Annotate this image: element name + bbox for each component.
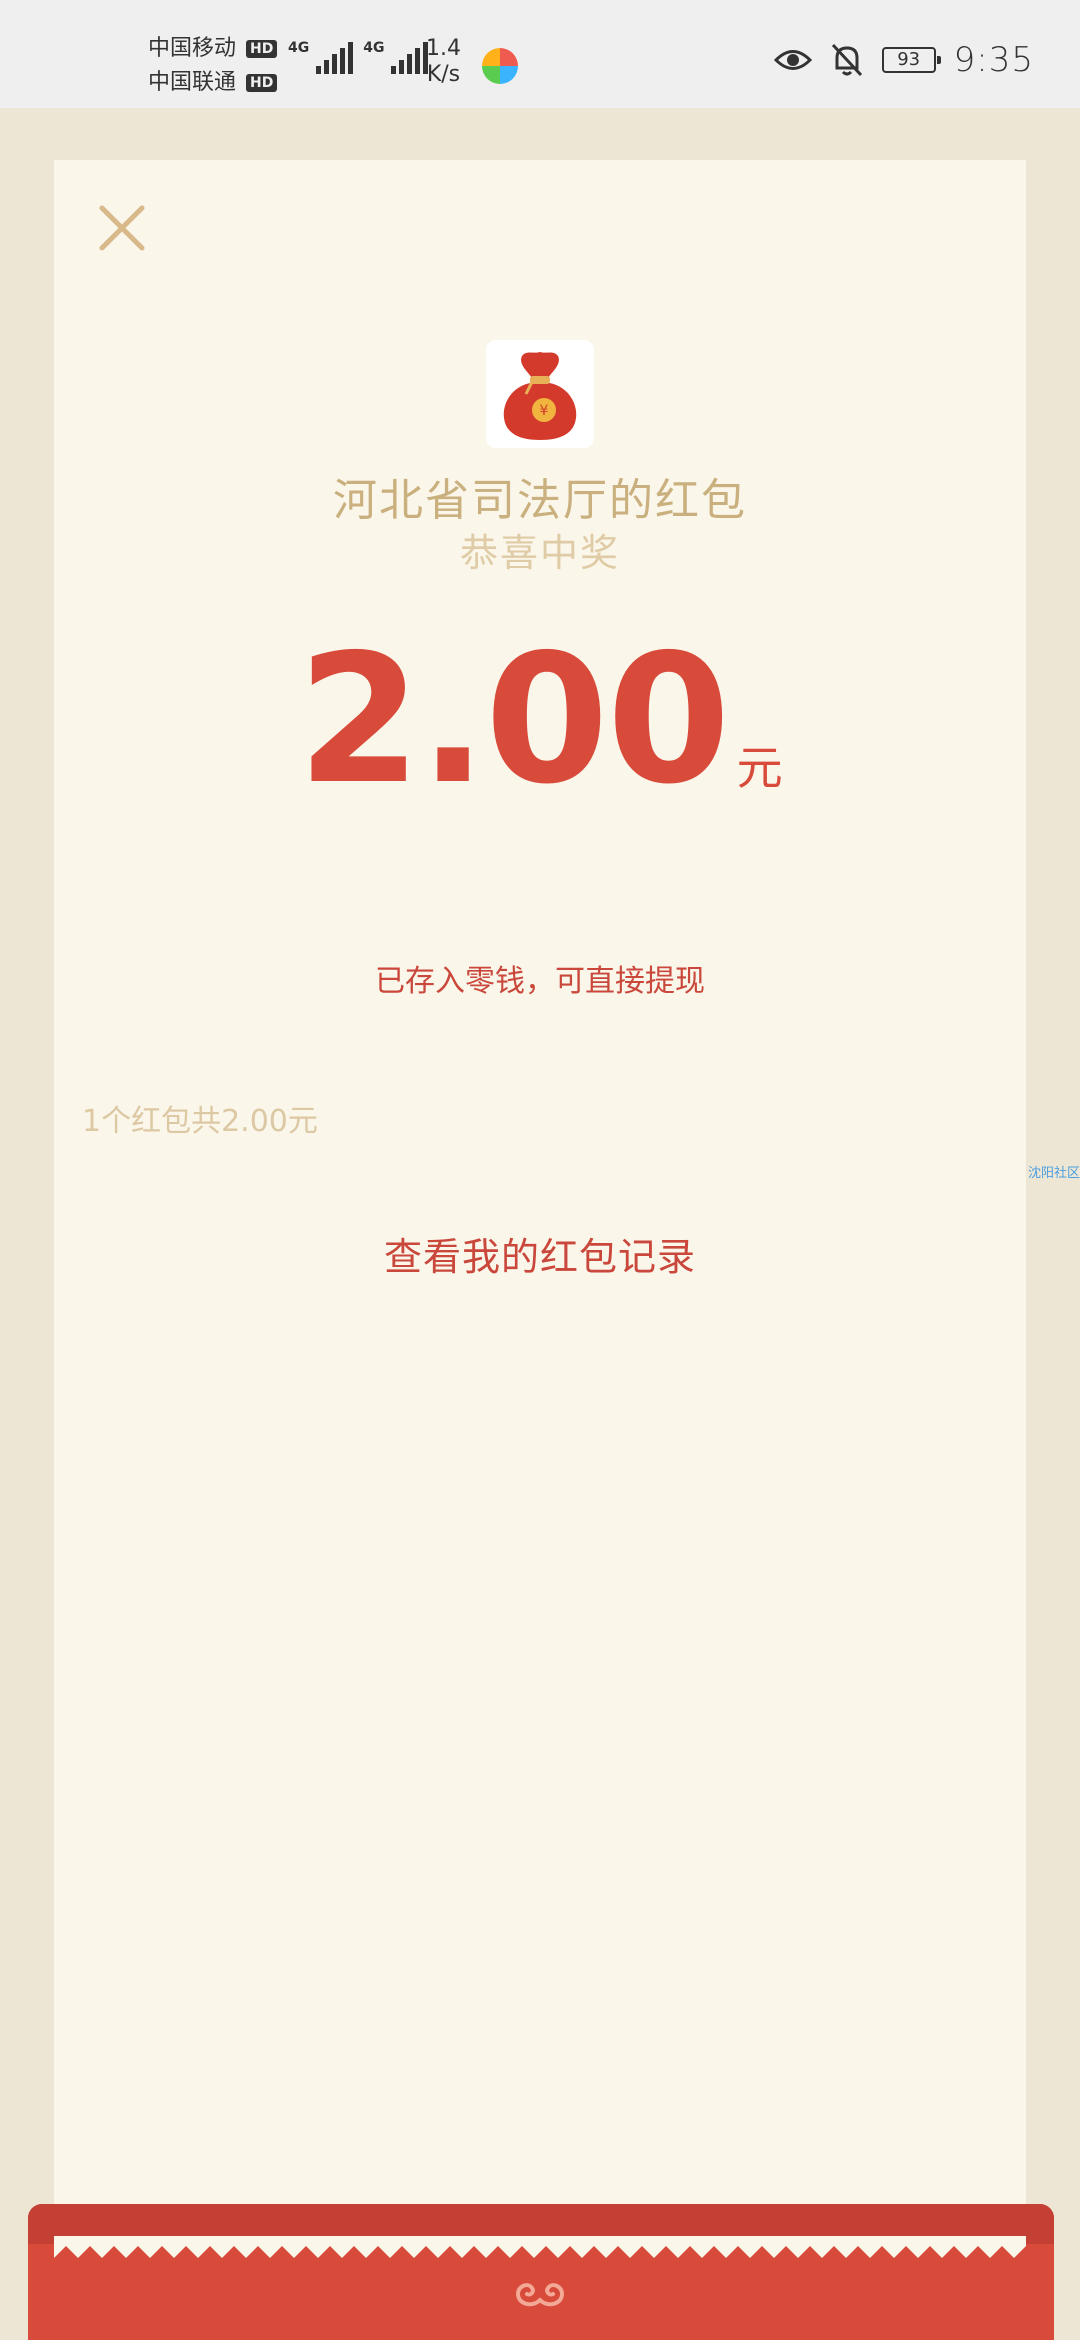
close-button[interactable]: [90, 196, 154, 260]
amount-value: 2.00: [297, 616, 730, 823]
red-envelope-card: ¥ 河北省司法厅的红包 恭喜中奖 2.00 元 已存入零钱，可直接提现 1个红包…: [54, 160, 1026, 2260]
deposit-note: 已存入零钱，可直接提现: [375, 964, 705, 999]
battery-indicator: 93: [881, 47, 941, 73]
clock: 9:35: [953, 40, 1034, 80]
amount-display: 2.00 元: [54, 630, 1026, 810]
signal-indicators: 4G 4G: [288, 40, 429, 74]
status-right: 93 9:35: [773, 40, 1034, 80]
bell-off-icon: [831, 43, 862, 77]
network-type-label: 4G: [363, 40, 385, 56]
sender-avatar: ¥: [486, 340, 594, 448]
svg-text:¥: ¥: [540, 403, 549, 419]
amount-unit: 元: [736, 741, 783, 795]
signal-icon: 4G: [363, 40, 429, 74]
money-bag-icon: ¥: [503, 352, 577, 440]
app-notification-icon: [482, 48, 518, 84]
network-speed-unit: K/s: [426, 62, 461, 87]
envelope-subtitle: 恭喜中奖: [459, 531, 620, 575]
swirl-icon: [515, 2283, 565, 2307]
carrier-info: 中国移动 HD 中国联通 HD: [148, 32, 278, 100]
view-records-link[interactable]: 查看我的红包记录: [54, 1226, 1026, 1281]
network-speed: 1.4 K/s: [426, 36, 461, 88]
signal-icon: 4G: [288, 40, 354, 74]
carrier-1-name: 中国移动: [148, 36, 237, 61]
carrier-2-name: 中国联通: [148, 70, 237, 95]
envelope-title: 河北省司法厅的红包: [333, 475, 747, 526]
hd-badge: HD: [246, 74, 278, 92]
status-bar: 中国移动 HD 中国联通 HD 4G 4G 1.4 K/s 93 9:35: [0, 0, 1080, 108]
network-type-label: 4G: [288, 40, 310, 56]
network-speed-value: 1.4: [426, 36, 461, 61]
eye-icon: [773, 50, 812, 70]
envelope-summary: 1个红包共2.00元: [82, 1104, 318, 1139]
watermark: 沈阳社区: [1027, 1166, 1080, 1181]
hd-badge: HD: [246, 40, 278, 58]
zigzag-edge: [54, 2236, 1026, 2258]
close-icon: [99, 205, 145, 251]
